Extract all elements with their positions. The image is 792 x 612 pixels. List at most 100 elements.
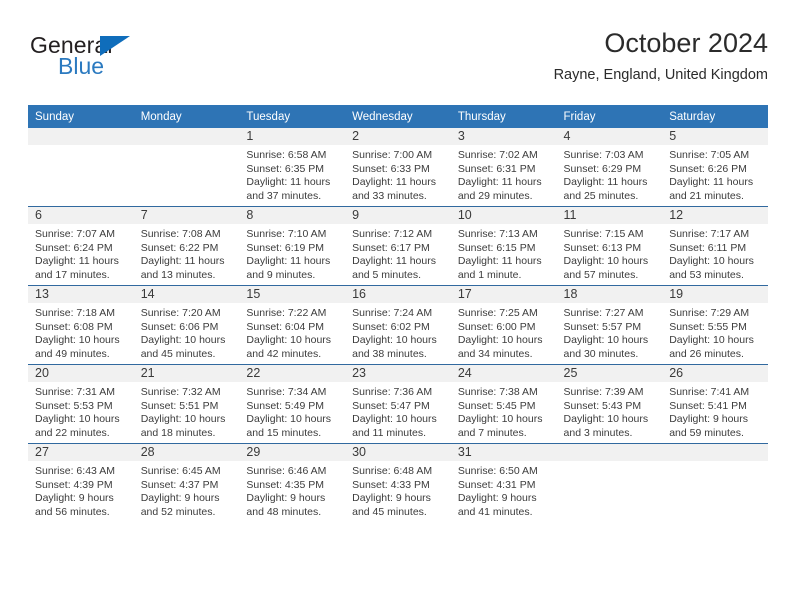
daylight-text: Daylight: 11 hours and 33 minutes. [352,176,436,202]
day-details: Sunrise: 7:02 AM Sunset: 6:31 PM Daylight:… [451,145,557,203]
calendar-day-cell[interactable]: 4 Sunrise: 7:03 AM Sunset: 6:29 PM Daylight… [556,128,663,207]
calendar-day-cell[interactable]: 31 Sunrise: 6:50 AM Sunset: 4:31 PM Dayligh… [450,443,557,522]
sunset-text: Sunset: 5:41 PM [669,399,747,412]
calendar-day-cell[interactable]: 22 Sunrise: 7:34 AM Sunset: 5:49 PM Dayligh… [239,364,346,444]
day-number: 18 [556,286,663,303]
sunrise-text: Sunrise: 7:25 AM [457,307,538,319]
day-number: 13 [28,286,134,303]
day-number: 4 [556,128,663,145]
daylight-text: Daylight: 10 hours and 26 minutes. [669,334,754,360]
calendar-day-cell[interactable]: 3 Sunrise: 7:02 AM Sunset: 6:31 PM Daylight… [450,128,557,207]
sunset-text: Sunset: 6:22 PM [140,241,219,254]
daylight-text: Daylight: 9 hours and 52 minutes. [140,492,220,518]
sunrise-text: Sunrise: 7:18 AM [35,307,115,319]
day-number: 3 [450,128,557,145]
day-details: Sunrise: 7:17 AM Sunset: 6:11 PM Daylight:… [662,224,768,282]
calendar-day-cell-empty [556,443,663,522]
daylight-text: Daylight: 11 hours and 1 minute. [457,255,542,281]
calendar-day-cell[interactable]: 27 Sunrise: 6:43 AM Sunset: 4:39 PM Dayligh… [28,443,134,522]
calendar-day-cell[interactable]: 24 Sunrise: 7:38 AM Sunset: 5:45 PM Dayligh… [450,364,557,444]
day-details: Sunrise: 7:05 AM Sunset: 6:26 PM Daylight:… [662,145,768,203]
calendar-day-cell[interactable]: 26 Sunrise: 7:41 AM Sunset: 5:41 PM Dayligh… [662,364,768,444]
sunset-text: Sunset: 6:24 PM [35,241,113,254]
weekday-header-saturday: Saturday [662,105,768,128]
day-details: Sunrise: 7:22 AM Sunset: 6:04 PM Daylight:… [239,303,345,361]
calendar-day-cell[interactable]: 28 Sunrise: 6:45 AM Sunset: 4:37 PM Dayligh… [133,443,240,522]
day-number [28,128,134,145]
calendar-day-cell[interactable]: 14 Sunrise: 7:20 AM Sunset: 6:06 PM Dayligh… [133,285,240,365]
sunrise-text: Sunrise: 7:39 AM [563,386,644,398]
sunset-text: Sunset: 5:43 PM [563,399,642,412]
daylight-text: Daylight: 10 hours and 3 minutes. [563,413,649,439]
sunset-text: Sunset: 6:06 PM [140,320,219,333]
weekday-header-thursday: Thursday [450,105,557,128]
sunset-text: Sunset: 6:13 PM [563,241,642,254]
day-number: 22 [239,365,346,382]
calendar-day-cell[interactable]: 29 Sunrise: 6:46 AM Sunset: 4:35 PM Dayligh… [239,443,346,522]
brand-logo[interactable]: General Blue [30,32,230,92]
calendar-day-cell[interactable]: 7 Sunrise: 7:08 AM Sunset: 6:22 PM Daylight… [133,206,240,286]
sunset-text: Sunset: 6:31 PM [457,162,536,175]
weekday-header-wednesday: Wednesday [345,105,451,128]
day-details: Sunrise: 6:43 AM Sunset: 4:39 PM Daylight:… [28,461,134,519]
calendar-day-cell[interactable]: 12 Sunrise: 7:17 AM Sunset: 6:11 PM Dayligh… [662,206,768,286]
calendar-day-cell[interactable]: 11 Sunrise: 7:15 AM Sunset: 6:13 PM Dayligh… [556,206,663,286]
weekday-header-friday: Friday [556,105,663,128]
daylight-text: Daylight: 10 hours and 30 minutes. [563,334,649,360]
calendar-day-cell[interactable]: 8 Sunrise: 7:10 AM Sunset: 6:19 PM Daylight… [239,206,346,286]
day-number: 28 [133,444,240,461]
day-number: 2 [345,128,451,145]
day-details: Sunrise: 7:32 AM Sunset: 5:51 PM Daylight:… [134,382,240,440]
calendar-day-cell[interactable]: 15 Sunrise: 7:22 AM Sunset: 6:04 PM Dayligh… [239,285,346,365]
sunset-text: Sunset: 5:53 PM [35,399,113,412]
calendar-day-cell[interactable]: 13 Sunrise: 7:18 AM Sunset: 6:08 PM Dayligh… [28,285,134,365]
calendar-day-cell[interactable]: 10 Sunrise: 7:13 AM Sunset: 6:15 PM Dayligh… [450,206,557,286]
day-details: Sunrise: 7:13 AM Sunset: 6:15 PM Daylight:… [451,224,557,282]
day-number: 27 [28,444,134,461]
calendar-day-cell[interactable]: 6 Sunrise: 7:07 AM Sunset: 6:24 PM Daylight… [28,206,134,286]
brand-name-blue: Blue [58,53,105,79]
calendar-day-cell[interactable]: 19 Sunrise: 7:29 AM Sunset: 5:55 PM Dayligh… [662,285,768,365]
day-number: 5 [662,128,768,145]
calendar-day-cell[interactable]: 18 Sunrise: 7:27 AM Sunset: 5:57 PM Dayligh… [556,285,663,365]
sunset-text: Sunset: 5:45 PM [457,399,536,412]
daylight-text: Daylight: 10 hours and 7 minutes. [457,413,543,439]
calendar-day-cell[interactable]: 1 Sunrise: 6:58 AM Sunset: 6:35 PM Daylight… [239,128,346,207]
calendar-day-cell[interactable]: 16 Sunrise: 7:24 AM Sunset: 6:02 PM Dayligh… [345,285,451,365]
day-number: 29 [239,444,346,461]
page-header: General Blue October 2024 Rayne, England… [28,26,768,96]
calendar-day-cell[interactable]: 9 Sunrise: 7:12 AM Sunset: 6:17 PM Daylight… [345,206,451,286]
daylight-text: Daylight: 10 hours and 49 minutes. [35,334,120,360]
sunset-text: Sunset: 6:02 PM [352,320,430,333]
sunrise-text: Sunrise: 7:07 AM [35,228,115,240]
sunset-text: Sunset: 6:29 PM [563,162,642,175]
daylight-text: Daylight: 10 hours and 11 minutes. [352,413,437,439]
sunset-text: Sunset: 4:39 PM [35,478,113,491]
calendar-day-cell[interactable]: 23 Sunrise: 7:36 AM Sunset: 5:47 PM Dayligh… [345,364,451,444]
sunrise-text: Sunrise: 7:08 AM [140,228,221,240]
calendar-day-cell[interactable]: 17 Sunrise: 7:25 AM Sunset: 6:00 PM Dayligh… [450,285,557,365]
day-details: Sunrise: 7:18 AM Sunset: 6:08 PM Daylight:… [28,303,134,361]
calendar-grid: Sunday Monday Tuesday Wednesday Thursday… [28,105,768,522]
calendar-day-cell[interactable]: 5 Sunrise: 7:05 AM Sunset: 6:26 PM Daylight… [662,128,768,207]
daylight-text: Daylight: 10 hours and 22 minutes. [35,413,120,439]
day-number: 11 [556,207,663,224]
day-details: Sunrise: 7:38 AM Sunset: 5:45 PM Daylight:… [451,382,557,440]
day-number: 6 [28,207,134,224]
calendar-day-cell[interactable]: 30 Sunrise: 6:48 AM Sunset: 4:33 PM Dayligh… [345,443,451,522]
calendar-day-cell[interactable]: 2 Sunrise: 7:00 AM Sunset: 6:33 PM Daylight… [345,128,451,207]
day-details: Sunrise: 7:20 AM Sunset: 6:06 PM Daylight:… [134,303,240,361]
daylight-text: Daylight: 10 hours and 57 minutes. [563,255,649,281]
calendar-day-cell[interactable]: 21 Sunrise: 7:32 AM Sunset: 5:51 PM Dayligh… [133,364,240,444]
daylight-text: Daylight: 11 hours and 37 minutes. [246,176,331,202]
sunset-text: Sunset: 6:04 PM [246,320,325,333]
sunset-text: Sunset: 4:37 PM [140,478,219,491]
sunset-text: Sunset: 5:55 PM [669,320,747,333]
day-number: 9 [345,207,451,224]
calendar-day-cell[interactable]: 25 Sunrise: 7:39 AM Sunset: 5:43 PM Dayligh… [556,364,663,444]
calendar-day-cell[interactable]: 20 Sunrise: 7:31 AM Sunset: 5:53 PM Dayligh… [28,364,134,444]
day-number [556,444,663,461]
day-details: Sunrise: 7:03 AM Sunset: 6:29 PM Daylight:… [557,145,663,203]
day-details: Sunrise: 7:24 AM Sunset: 6:02 PM Daylight:… [345,303,451,361]
daylight-text: Daylight: 11 hours and 5 minutes. [352,255,436,281]
